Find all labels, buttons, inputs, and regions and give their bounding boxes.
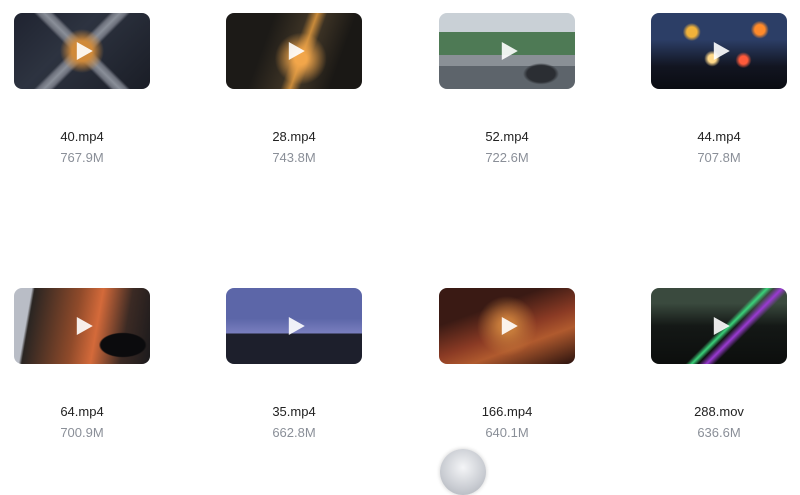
play-icon: [76, 317, 93, 335]
video-thumbnail[interactable]: [14, 13, 150, 89]
video-name: 44.mp4: [697, 129, 741, 144]
video-card[interactable]: 288.mov 636.6M: [649, 288, 789, 441]
video-thumbnail[interactable]: [439, 13, 575, 89]
video-thumbnail[interactable]: [14, 288, 150, 364]
play-icon: [501, 42, 518, 60]
play-icon: [288, 317, 305, 335]
video-thumbnail[interactable]: [439, 288, 575, 364]
video-card[interactable]: 28.mp4 743.8M: [224, 13, 364, 166]
video-name: 52.mp4: [485, 129, 529, 144]
video-name: 166.mp4: [481, 404, 533, 419]
video-size: 636.6M: [697, 425, 741, 440]
play-icon: [501, 317, 518, 335]
video-thumbnail[interactable]: [651, 13, 787, 89]
video-thumbnail[interactable]: [226, 288, 362, 364]
video-name: 35.mp4: [272, 404, 316, 419]
video-size: 707.8M: [697, 150, 741, 165]
video-size: 743.8M: [272, 150, 316, 165]
video-name: 288.mov: [694, 404, 744, 419]
video-thumbnail[interactable]: [226, 13, 362, 89]
video-name: 40.mp4: [60, 129, 104, 144]
video-size: 700.9M: [60, 425, 104, 440]
scroll-to-top-button[interactable]: [440, 449, 486, 495]
video-card[interactable]: 166.mp4 640.1M: [437, 288, 577, 441]
video-size: 767.9M: [60, 150, 104, 165]
video-size: 662.8M: [272, 425, 316, 440]
play-icon: [713, 42, 730, 60]
video-card[interactable]: 52.mp4 722.6M: [437, 13, 577, 166]
video-card[interactable]: 64.mp4 700.9M: [12, 288, 152, 441]
video-thumbnail[interactable]: [651, 288, 787, 364]
video-size: 722.6M: [485, 150, 529, 165]
video-card[interactable]: 35.mp4 662.8M: [224, 288, 364, 441]
video-name: 64.mp4: [60, 404, 104, 419]
video-size: 640.1M: [485, 425, 529, 440]
video-grid: 40.mp4 767.9M 28.mp4 743.8M 52.mp4 722.6…: [0, 0, 800, 459]
play-icon: [76, 42, 93, 60]
video-card[interactable]: 40.mp4 767.9M: [12, 13, 152, 166]
play-icon: [713, 317, 730, 335]
video-card[interactable]: 44.mp4 707.8M: [649, 13, 789, 166]
video-name: 28.mp4: [272, 129, 316, 144]
play-icon: [288, 42, 305, 60]
